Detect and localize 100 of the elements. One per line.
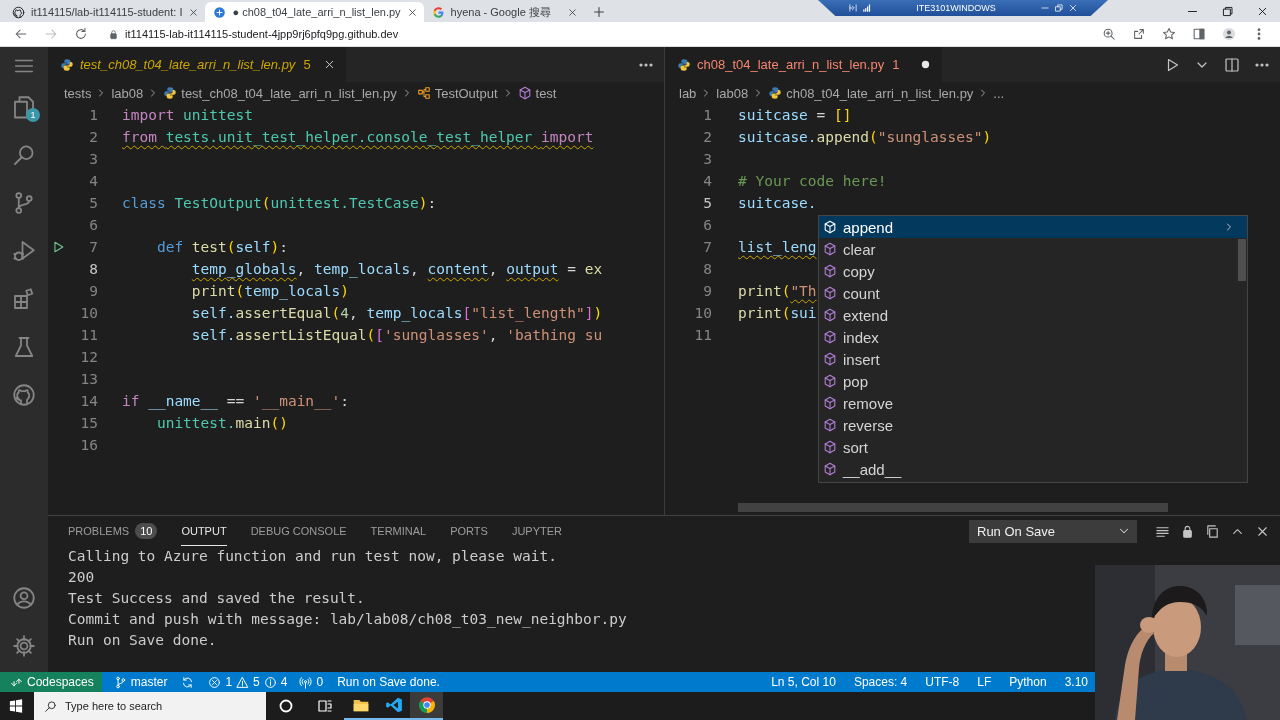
scrollbar[interactable] bbox=[738, 503, 1168, 512]
close-icon[interactable] bbox=[1068, 3, 1078, 13]
close-icon[interactable] bbox=[188, 6, 200, 18]
status-item[interactable]: Ln 5, Col 10 bbox=[765, 675, 842, 689]
panel-tab[interactable]: TERMINAL bbox=[370, 516, 427, 546]
method-icon bbox=[823, 242, 837, 256]
browser-tab[interactable]: ● ch08_t04_late_arri_n_list_len.py bbox=[205, 2, 424, 22]
github-icon[interactable] bbox=[12, 383, 36, 407]
method-icon bbox=[823, 374, 837, 388]
suggestion-item[interactable]: reverse bbox=[819, 414, 1247, 436]
windows-icon[interactable] bbox=[9, 699, 23, 713]
reload-icon[interactable] bbox=[74, 27, 88, 41]
code-line: print(temp_locals) bbox=[190, 282, 349, 302]
zoom-icon[interactable] bbox=[1102, 27, 1116, 41]
suggestion-item[interactable]: sort bbox=[819, 436, 1247, 458]
problems-status[interactable]: 1 5 4 bbox=[202, 675, 294, 689]
close-icon[interactable] bbox=[566, 6, 578, 18]
remote-indicator[interactable]: Codespaces bbox=[0, 672, 102, 692]
panel-tab[interactable]: DEBUG CONSOLE bbox=[250, 516, 347, 546]
status-item[interactable]: Python bbox=[1003, 675, 1053, 689]
search-icon[interactable] bbox=[12, 143, 36, 167]
source-control-icon[interactable] bbox=[12, 191, 36, 215]
line-number: 11 bbox=[79, 326, 98, 345]
close-icon[interactable] bbox=[1256, 5, 1269, 18]
line-number: 7 bbox=[702, 238, 712, 257]
panel-tab[interactable]: PROBLEMS 10 bbox=[68, 516, 158, 546]
output-line: 200 bbox=[68, 568, 96, 587]
side-panel-icon[interactable] bbox=[1192, 27, 1206, 41]
star-icon[interactable] bbox=[1162, 27, 1176, 41]
code-line: suitcase. bbox=[738, 194, 817, 213]
taskbar-search-field[interactable]: Type here to search bbox=[34, 692, 266, 720]
suggestion-item[interactable]: remove bbox=[819, 392, 1247, 414]
task-view-icon[interactable] bbox=[317, 698, 333, 714]
back-icon[interactable] bbox=[14, 27, 28, 41]
suggestion-item[interactable]: extend bbox=[819, 304, 1247, 326]
suggestion-item[interactable]: pop bbox=[819, 370, 1247, 392]
method-icon bbox=[517, 86, 532, 100]
panel-tab[interactable]: PORTS bbox=[450, 516, 488, 546]
browser-tab[interactable]: hyena - Google 搜尋 bbox=[423, 2, 584, 22]
line-number: 9 bbox=[88, 282, 98, 301]
browser-tab[interactable]: it114115/lab-it114115-student: I bbox=[4, 2, 206, 22]
editor-tab[interactable]: ch08_t04_late_arri_n_list_len.py 1 bbox=[665, 47, 943, 82]
extensions-icon[interactable] bbox=[12, 287, 36, 311]
suggestion-item[interactable]: copy bbox=[819, 260, 1247, 282]
breadcrumb[interactable]: ... bbox=[993, 85, 1005, 101]
split-editor-icon[interactable] bbox=[1224, 56, 1240, 73]
breadcrumb[interactable]: lab bbox=[679, 85, 697, 101]
breadcrumb[interactable]: TestOutput bbox=[434, 85, 498, 101]
copy-icon[interactable] bbox=[1205, 523, 1220, 539]
line-number: 10 bbox=[79, 304, 98, 323]
suggestion-item[interactable]: __add__ bbox=[819, 458, 1247, 480]
search-icon bbox=[44, 699, 57, 713]
branch-status[interactable]: master bbox=[107, 675, 174, 689]
address-field[interactable]: it114115-lab-it114115-student-4jpp9rj6pfq9pg.github.dev bbox=[125, 28, 399, 40]
settings-icon[interactable] bbox=[12, 634, 36, 658]
breadcrumb[interactable]: lab08 bbox=[716, 85, 749, 101]
code-line: class TestOutput(unittest.TestCase): bbox=[122, 194, 437, 213]
status-item[interactable]: LF bbox=[971, 675, 998, 689]
suggestion-item[interactable]: count bbox=[819, 282, 1247, 304]
restore-icon[interactable] bbox=[1221, 5, 1234, 18]
restore-icon[interactable] bbox=[1054, 3, 1064, 13]
panel-tab[interactable]: OUTPUT bbox=[181, 516, 227, 546]
output-channel-dropdown[interactable]: Run On Save bbox=[969, 519, 1137, 543]
breadcrumb[interactable]: test_ch08_t04_late_arri_n_list_len.py bbox=[181, 85, 397, 101]
breadcrumb[interactable]: ch08_t04_late_arri_n_list_len.py bbox=[786, 85, 974, 101]
search-input[interactable]: Type here to search bbox=[63, 699, 257, 713]
ports-status[interactable]: 0 bbox=[293, 675, 330, 689]
suggestion-item[interactable]: append bbox=[819, 216, 1247, 238]
breadcrumb[interactable]: test bbox=[535, 85, 557, 101]
flask-icon[interactable] bbox=[12, 335, 36, 359]
share-icon[interactable] bbox=[1132, 27, 1146, 41]
editor-tab[interactable]: test_ch08_t04_late_arri_n_list_len.py 5 bbox=[48, 47, 346, 82]
line-number: 10 bbox=[693, 304, 712, 323]
code-line: unittest.main() bbox=[155, 414, 288, 433]
pin-icon[interactable] bbox=[848, 3, 858, 13]
status-item[interactable]: 3.10 bbox=[1058, 675, 1094, 689]
output-line: Test Success and saved the result. bbox=[68, 589, 366, 608]
account-icon[interactable] bbox=[12, 586, 36, 610]
suggestion-item[interactable]: clear bbox=[819, 238, 1247, 260]
sync-icon[interactable] bbox=[181, 675, 195, 689]
method-icon bbox=[823, 418, 837, 432]
status-item[interactable]: Spaces: 4 bbox=[847, 675, 914, 689]
files-icon[interactable] bbox=[12, 95, 36, 119]
close-icon[interactable] bbox=[406, 6, 418, 18]
run-debug-icon[interactable] bbox=[12, 239, 36, 263]
suggestion-item[interactable]: insert bbox=[819, 348, 1247, 370]
breadcrumb[interactable]: lab08 bbox=[111, 85, 144, 101]
breadcrumb[interactable]: tests bbox=[64, 85, 92, 101]
run-test-icon[interactable] bbox=[51, 240, 65, 254]
taskbar-app[interactable] bbox=[410, 692, 443, 720]
scrollbar[interactable] bbox=[1238, 239, 1246, 281]
status-message: Run on Save done. bbox=[336, 675, 441, 689]
suggestion-item[interactable]: index bbox=[819, 326, 1247, 348]
circle-icon[interactable] bbox=[278, 698, 294, 714]
panel-tab[interactable]: JUPYTER bbox=[511, 516, 563, 546]
avatar-icon[interactable] bbox=[1222, 27, 1236, 41]
new-tab-icon[interactable] bbox=[591, 5, 606, 19]
status-item[interactable]: UTF-8 bbox=[919, 675, 966, 689]
lock-icon[interactable] bbox=[1180, 523, 1195, 539]
line-number: 6 bbox=[702, 216, 712, 235]
